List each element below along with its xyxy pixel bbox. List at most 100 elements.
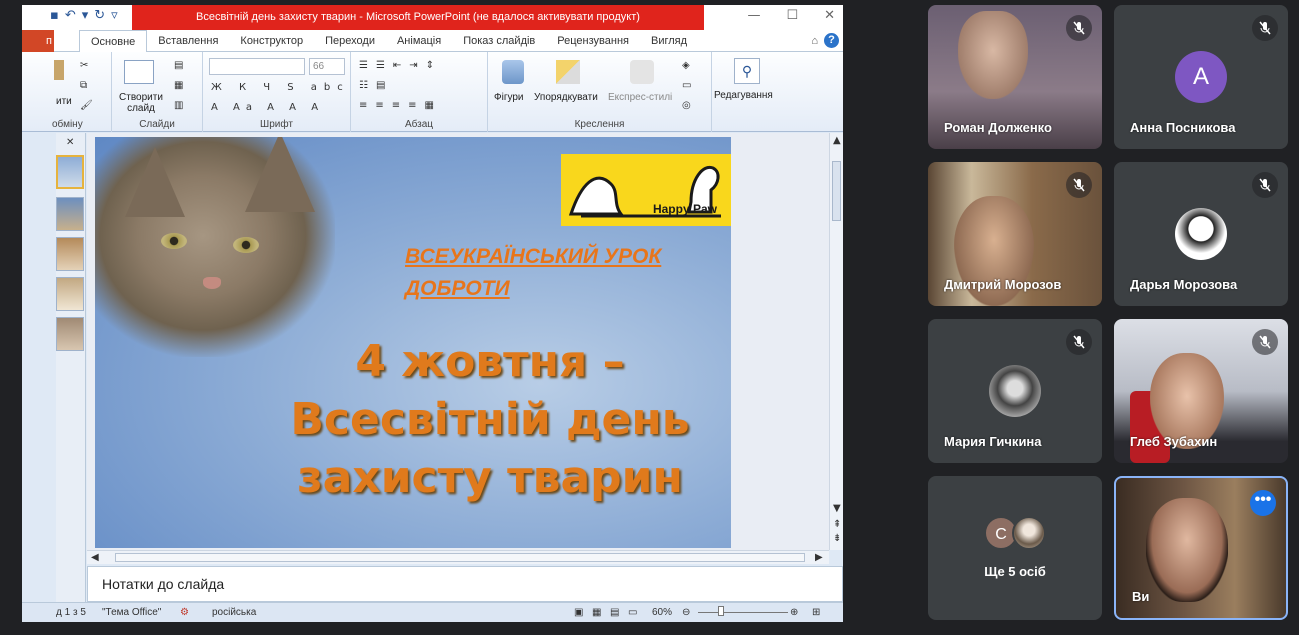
clipboard-group: ити ✂ ⧉ 🖌 обміну: [22, 52, 112, 132]
slide-thumbnail[interactable]: [56, 155, 84, 189]
undo-icon[interactable]: ↶: [65, 8, 76, 23]
zoom-slider-thumb[interactable]: [718, 606, 724, 616]
zoom-level[interactable]: 60%: [652, 607, 672, 618]
tab-slideshow[interactable]: Показ слайдів: [452, 30, 546, 52]
participant-tile[interactable]: А Анна Посникова: [1114, 5, 1288, 149]
maximize-icon[interactable]: ☐: [786, 8, 798, 23]
participant-avatar: [1175, 208, 1227, 260]
font-format-row2[interactable]: A Aa A A A: [211, 102, 324, 113]
vertical-scroll-thumb[interactable]: [832, 161, 841, 221]
participant-tile[interactable]: Мария Гичкина: [928, 319, 1102, 463]
paste-icon[interactable]: [54, 60, 64, 80]
zoom-slider[interactable]: [698, 612, 788, 613]
section-icon[interactable]: ▥: [174, 100, 183, 111]
tab-view[interactable]: Вигляд: [640, 30, 698, 52]
redo-icon[interactable]: ↻: [94, 8, 105, 23]
normal-view-icon[interactable]: ▣: [574, 607, 583, 618]
zoom-out-icon[interactable]: ⊖: [682, 607, 690, 618]
slide-headline: 4 жовтня – Всесвітній день захисту твари…: [245, 333, 731, 507]
scroll-down-icon[interactable]: ▼: [833, 503, 841, 514]
slides-group-label: Слайди: [139, 119, 175, 130]
participant-tile[interactable]: Дарья Морозова: [1114, 162, 1288, 306]
save-icon[interactable]: ▪: [50, 8, 59, 23]
participant-tile[interactable]: Дмитрий Морозов: [928, 162, 1102, 306]
arrange-button[interactable]: Упорядкувати: [534, 92, 598, 103]
fit-to-window-icon[interactable]: ⊞: [812, 607, 820, 618]
shape-outline-icon[interactable]: ▭: [682, 80, 691, 91]
notes-pane[interactable]: Нотатки до слайда: [87, 566, 843, 602]
participant-tile[interactable]: Роман Долженко: [928, 5, 1102, 149]
tab-transitions[interactable]: Переходи: [314, 30, 386, 52]
slide-editing-area: Happy Paw ВСЕУКРАЇНСЬКИЙ УРОК ДОБРОТИ 4 …: [87, 133, 829, 550]
font-name-select[interactable]: [209, 58, 305, 75]
lesson-title-line1: ВСЕУКРАЇНСЬКИЙ УРОК: [405, 245, 662, 268]
paste-button[interactable]: ити: [56, 96, 72, 107]
spellcheck-icon[interactable]: ⚙: [180, 607, 189, 618]
cut-icon[interactable]: ✂: [80, 60, 88, 71]
scroll-left-icon[interactable]: ◀: [91, 552, 99, 563]
prev-slide-icon[interactable]: ⇞: [833, 519, 841, 530]
font-format-row1[interactable]: Ж К Ч S abc: [211, 82, 350, 93]
lesson-title-line2: ДОБРОТИ: [405, 277, 510, 300]
sorter-view-icon[interactable]: ▦: [592, 607, 601, 618]
align-icons[interactable]: ≡≡≡≡▦: [359, 100, 442, 111]
quick-styles-button[interactable]: Експрес-стилі: [608, 92, 672, 103]
font-size-value: 66: [313, 61, 325, 72]
list-icons[interactable]: ☰☰⇤⇥⇕: [359, 60, 442, 71]
collapse-ribbon-icon[interactable]: ⌂: [811, 35, 818, 47]
shape-fill-icon[interactable]: ◈: [682, 60, 690, 71]
help-icon[interactable]: ?: [824, 33, 839, 48]
zoom-in-icon[interactable]: ⊕: [790, 607, 798, 618]
text-direction-icons[interactable]: ☷▤: [359, 80, 393, 91]
format-painter-icon[interactable]: 🖌: [80, 100, 93, 111]
paragraph-group: ☰☰⇤⇥⇕ ☷▤ ≡≡≡≡▦ Абзац: [351, 52, 488, 132]
slide-thumbnail[interactable]: [56, 317, 84, 351]
shape-effects-icon[interactable]: ◎: [682, 100, 691, 111]
vertical-scrollbar[interactable]: ▲ ▼ ⇞ ⇟: [829, 133, 843, 550]
close-icon[interactable]: ✕: [824, 8, 835, 23]
tab-review[interactable]: Рецензування: [546, 30, 640, 52]
tab-design[interactable]: Конструктор: [229, 30, 314, 52]
slide-thumbnail[interactable]: [56, 277, 84, 311]
slide-thumbnail[interactable]: [56, 197, 84, 231]
current-slide[interactable]: Happy Paw ВСЕУКРАЇНСЬКИЙ УРОК ДОБРОТИ 4 …: [95, 137, 731, 548]
horizontal-scrollbar[interactable]: ◀ ▶: [87, 550, 829, 564]
tab-home[interactable]: Основне: [79, 30, 148, 53]
slide-thumbnail[interactable]: [56, 237, 84, 271]
more-options-icon[interactable]: •••: [1250, 490, 1276, 516]
muted-mic-icon: [1066, 172, 1092, 198]
reset-icon[interactable]: ▦: [174, 80, 183, 91]
dropdown-icon[interactable]: ▾: [82, 8, 89, 23]
slide-counter: д 1 з 5: [56, 607, 86, 618]
minimize-icon[interactable]: —: [747, 8, 760, 23]
meeting-stage: ▪ ↶ ▾ ↻ ▿ Всесвітній день захисту тварин…: [0, 0, 1299, 635]
arrange-icon[interactable]: [556, 60, 580, 84]
new-slide-button[interactable]: Створити слайд: [116, 92, 166, 114]
new-slide-icon[interactable]: [124, 60, 154, 84]
scroll-up-icon[interactable]: ▲: [833, 135, 841, 146]
font-size-select[interactable]: 66: [309, 58, 345, 75]
tab-animations[interactable]: Анімація: [386, 30, 452, 52]
shapes-button[interactable]: Фігури: [494, 92, 524, 103]
drawing-group-label: Креслення: [574, 119, 625, 130]
horizontal-scroll-thumb[interactable]: [115, 553, 805, 562]
slideshow-view-icon[interactable]: ▭: [628, 607, 637, 618]
participant-tile[interactable]: Глеб Зубахин: [1114, 319, 1288, 463]
copy-icon[interactable]: ⧉: [80, 80, 87, 91]
close-pane-icon[interactable]: ✕: [66, 137, 74, 148]
shapes-icon[interactable]: [502, 60, 524, 84]
tab-insert[interactable]: Вставлення: [147, 30, 229, 52]
reading-view-icon[interactable]: ▤: [610, 607, 619, 618]
tab-file[interactable]: п: [22, 30, 54, 52]
scroll-right-icon[interactable]: ▶: [815, 552, 823, 563]
editing-button[interactable]: Редагування: [714, 90, 773, 101]
next-slide-icon[interactable]: ⇟: [833, 533, 841, 544]
language-indicator[interactable]: російська: [212, 607, 256, 618]
layout-icon[interactable]: ▤: [174, 60, 183, 71]
binoculars-icon[interactable]: ⚲: [734, 58, 760, 84]
customize-qat-icon[interactable]: ▿: [111, 8, 118, 23]
more-participants-tile[interactable]: С Ще 5 осіб: [928, 476, 1102, 620]
quick-styles-icon[interactable]: [630, 60, 654, 84]
self-view-tile[interactable]: ••• Ви: [1114, 476, 1288, 620]
participant-avatar: [1012, 516, 1046, 550]
